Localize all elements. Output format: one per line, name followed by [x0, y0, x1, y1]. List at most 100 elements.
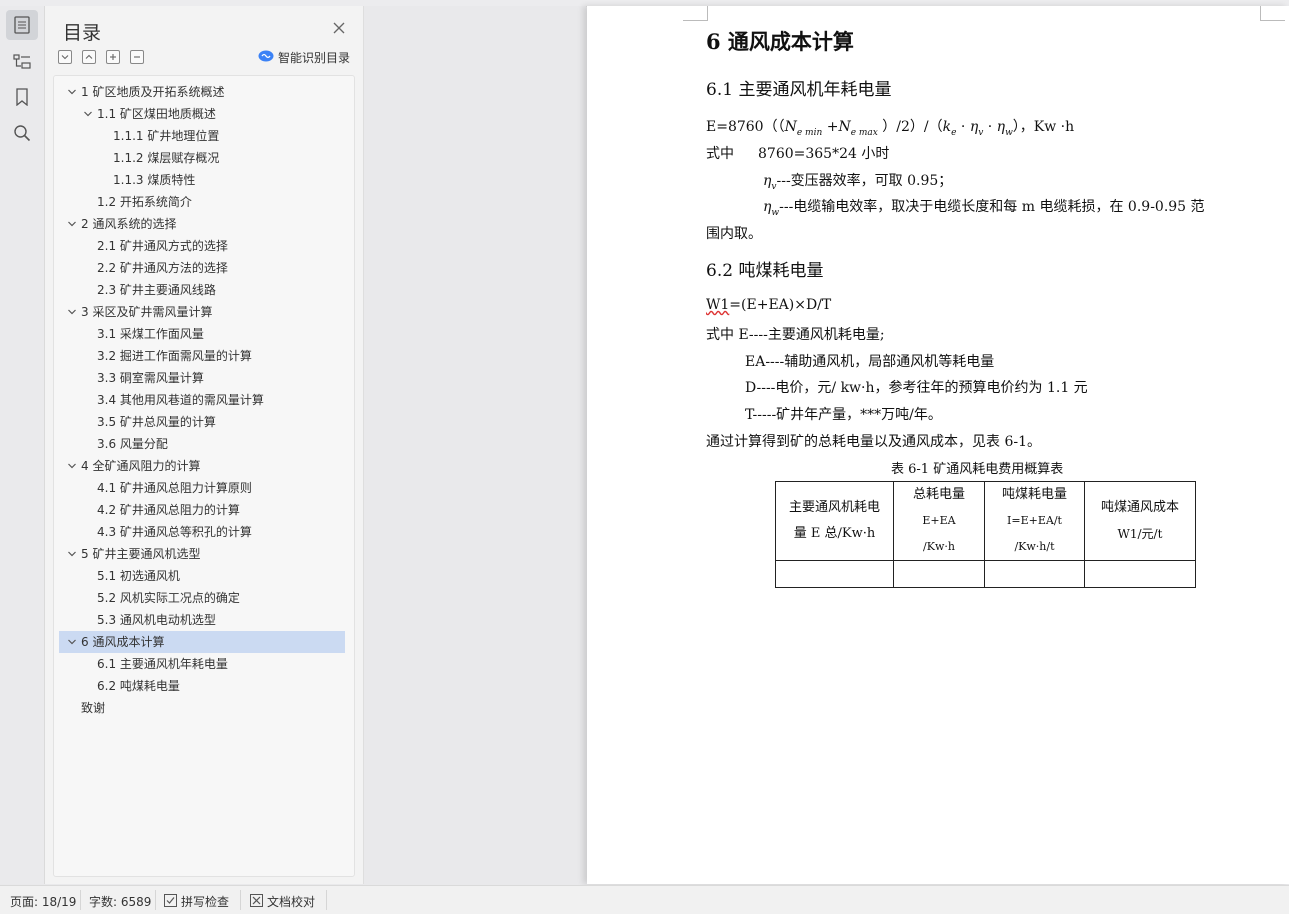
toc-item-label: 3.1 采煤工作面风量	[97, 327, 204, 341]
smart-recognize-button[interactable]: 智能识别目录	[258, 49, 350, 66]
toc-item-label: 3.5 矿井总风量的计算	[97, 415, 216, 429]
chevron-down-icon[interactable]	[83, 109, 93, 119]
eta-v-desc: ---变压器效率，可取 0.95；	[776, 173, 953, 189]
document-page: 6 通风成本计算 6.1 主要通风机年耗电量 E=8760（（Ne min +N…	[587, 6, 1289, 884]
toc-item-label: 2.1 矿井通风方式的选择	[97, 239, 228, 253]
toc-item[interactable]: 5.2 风机实际工况点的确定	[59, 587, 345, 609]
toc-item[interactable]: 4.3 矿井通风总等积孔的计算	[59, 521, 345, 543]
toc-item-label: 5.3 通风机电动机选型	[97, 613, 216, 627]
chevron-down-icon[interactable]	[67, 307, 77, 317]
proofread-icon	[250, 893, 263, 910]
expand-all-icon[interactable]	[82, 50, 96, 64]
page-indicator[interactable]: 页面: 18/19	[10, 893, 76, 910]
proofread-button[interactable]: 文档校对	[250, 893, 315, 910]
formula-sub: w	[771, 207, 780, 218]
spell-check-label: 拼写检查	[181, 895, 230, 909]
toc-item[interactable]: 致谢	[59, 697, 345, 719]
formula-sub: e max	[850, 127, 878, 138]
toc-item[interactable]: 3.3 硐室需风量计算	[59, 367, 345, 389]
toc-item[interactable]: 2 通风系统的选择	[59, 213, 345, 235]
eta-w-line: ηw---电缆输电效率，取决于电缆长度和每 m 电缆耗损，在 0.9-0.95 …	[763, 196, 1205, 218]
table-caption: 表 6-1 矿通风耗电费用概算表	[891, 462, 1064, 477]
toc-item[interactable]: 4 全矿通风阻力的计算	[59, 455, 345, 477]
toc-item[interactable]: 2.2 矿井通风方法的选择	[59, 257, 345, 279]
spell-check-button[interactable]: 拼写检查	[164, 893, 229, 910]
chevron-down-icon[interactable]	[67, 87, 77, 97]
cell-text: 总耗电量	[912, 487, 965, 502]
side-icon-bar	[0, 6, 45, 884]
formula-var: k	[942, 119, 952, 135]
toc-item-label: 1.1.1 矿井地理位置	[113, 129, 220, 143]
close-icon[interactable]	[331, 20, 347, 36]
eta-w-line-2: 围内取。	[706, 226, 762, 242]
toc-item-label: 1.2 开拓系统简介	[97, 195, 192, 209]
toc-item[interactable]: 6.2 吨煤耗电量	[59, 675, 345, 697]
toc-item-label: 4.1 矿井通风总阻力计算原则	[97, 481, 252, 495]
toc-item[interactable]: 5 矿井主要通风机选型	[59, 543, 345, 565]
margin-mark	[1260, 6, 1285, 21]
status-bar: 页面: 18/19 字数: 6589 拼写检查 文档校对	[0, 885, 1289, 914]
toc-item-label: 5.1 初选通风机	[97, 569, 180, 583]
cell-text: /Kw·h/t	[1014, 540, 1055, 553]
toc-item-label: 1.1 矿区煤田地质概述	[97, 107, 216, 121]
add-icon[interactable]	[106, 50, 120, 64]
toc-item[interactable]: 4.2 矿井通风总阻力的计算	[59, 499, 345, 521]
table-row	[775, 560, 1196, 588]
toc-item[interactable]: 3.5 矿井总风量的计算	[59, 411, 345, 433]
toc-item[interactable]: 3.2 掘进工作面需风量的计算	[59, 345, 345, 367]
table-cell	[984, 560, 1085, 588]
toc-item-label: 5 矿井主要通风机选型	[81, 547, 201, 561]
table-cell: 吨煤通风成本 W1/元/t	[1084, 481, 1196, 561]
formula-text: ·	[983, 119, 997, 135]
toc-item[interactable]: 3.1 采煤工作面风量	[59, 323, 345, 345]
chevron-down-icon[interactable]	[67, 219, 77, 229]
toc-item-label: 3.3 硐室需风量计算	[97, 371, 204, 385]
toc-item-label: 3.2 掘进工作面需风量的计算	[97, 349, 252, 363]
toc-item[interactable]: 3 采区及矿井需风量计算	[59, 301, 345, 323]
formula-text: ）/2）/（	[877, 119, 943, 135]
toc-item[interactable]: 4.1 矿井通风总阻力计算原则	[59, 477, 345, 499]
word-count[interactable]: 字数: 6589	[89, 893, 151, 910]
cell-text: 量 E 总/Kw·h	[793, 526, 876, 541]
eta-w-desc: ---电缆输电效率，取决于电缆长度和每 m 电缆耗损，在 0.9-0.95 范	[779, 199, 1205, 215]
toc-icon[interactable]	[6, 10, 38, 40]
formula-var: η	[996, 119, 1006, 135]
toc-item[interactable]: 1 矿区地质及开拓系统概述	[59, 81, 345, 103]
collapse-all-icon[interactable]	[58, 50, 72, 64]
toc-item[interactable]: 1.1.3 煤质特性	[59, 169, 345, 191]
toc-item-label: 6.1 主要通风机年耗电量	[97, 657, 228, 671]
divider	[240, 890, 241, 910]
toc-item[interactable]: 3.6 风量分配	[59, 433, 345, 455]
search-icon[interactable]	[6, 118, 38, 148]
formula-var: W1	[706, 297, 730, 313]
toc-item[interactable]: 1.1.2 煤层赋存概况	[59, 147, 345, 169]
toc-item[interactable]: 1.2 开拓系统简介	[59, 191, 345, 213]
toc-item[interactable]: 6.1 主要通风机年耗电量	[59, 653, 345, 675]
toc-item-label: 5.2 风机实际工况点的确定	[97, 591, 240, 605]
toc-item-label: 3.4 其他用风巷道的需风量计算	[97, 393, 264, 407]
table-cell: 总耗电量 E+EA/Kw·h	[893, 481, 985, 561]
toc-item-label: 1.1.3 煤质特性	[113, 173, 196, 187]
chevron-down-icon[interactable]	[67, 549, 77, 559]
where-label: 式中	[706, 146, 734, 162]
remove-icon[interactable]	[130, 50, 144, 64]
chevron-down-icon[interactable]	[67, 461, 77, 471]
toc-item[interactable]: 5.3 通风机电动机选型	[59, 609, 345, 631]
table-cell	[1084, 560, 1196, 588]
cell-text: W1/元/t	[1117, 526, 1163, 541]
toc-item[interactable]: 2.3 矿井主要通风线路	[59, 279, 345, 301]
toc-item[interactable]: 6 通风成本计算	[59, 631, 345, 653]
toc-item[interactable]: 2.1 矿井通风方式的选择	[59, 235, 345, 257]
panel-title: 目录	[63, 22, 102, 44]
bookmark-icon[interactable]	[6, 82, 38, 112]
outline-icon[interactable]	[6, 46, 38, 76]
toc-list: 1 矿区地质及开拓系统概述 1.1 矿区煤田地质概述 1.1.1 矿井地理位置 1.1…	[53, 75, 355, 877]
toc-item[interactable]: 1.1 矿区煤田地质概述	[59, 103, 345, 125]
toc-item[interactable]: 5.1 初选通风机	[59, 565, 345, 587]
toc-item[interactable]: 3.4 其他用风巷道的需风量计算	[59, 389, 345, 411]
toc-item[interactable]: 1.1.1 矿井地理位置	[59, 125, 345, 147]
chevron-down-icon[interactable]	[67, 637, 77, 647]
heading-6: 6 通风成本计算	[706, 29, 854, 54]
formula-w1: W1=(E+EA)×D/T	[706, 297, 831, 313]
formula-var: η	[969, 119, 979, 135]
